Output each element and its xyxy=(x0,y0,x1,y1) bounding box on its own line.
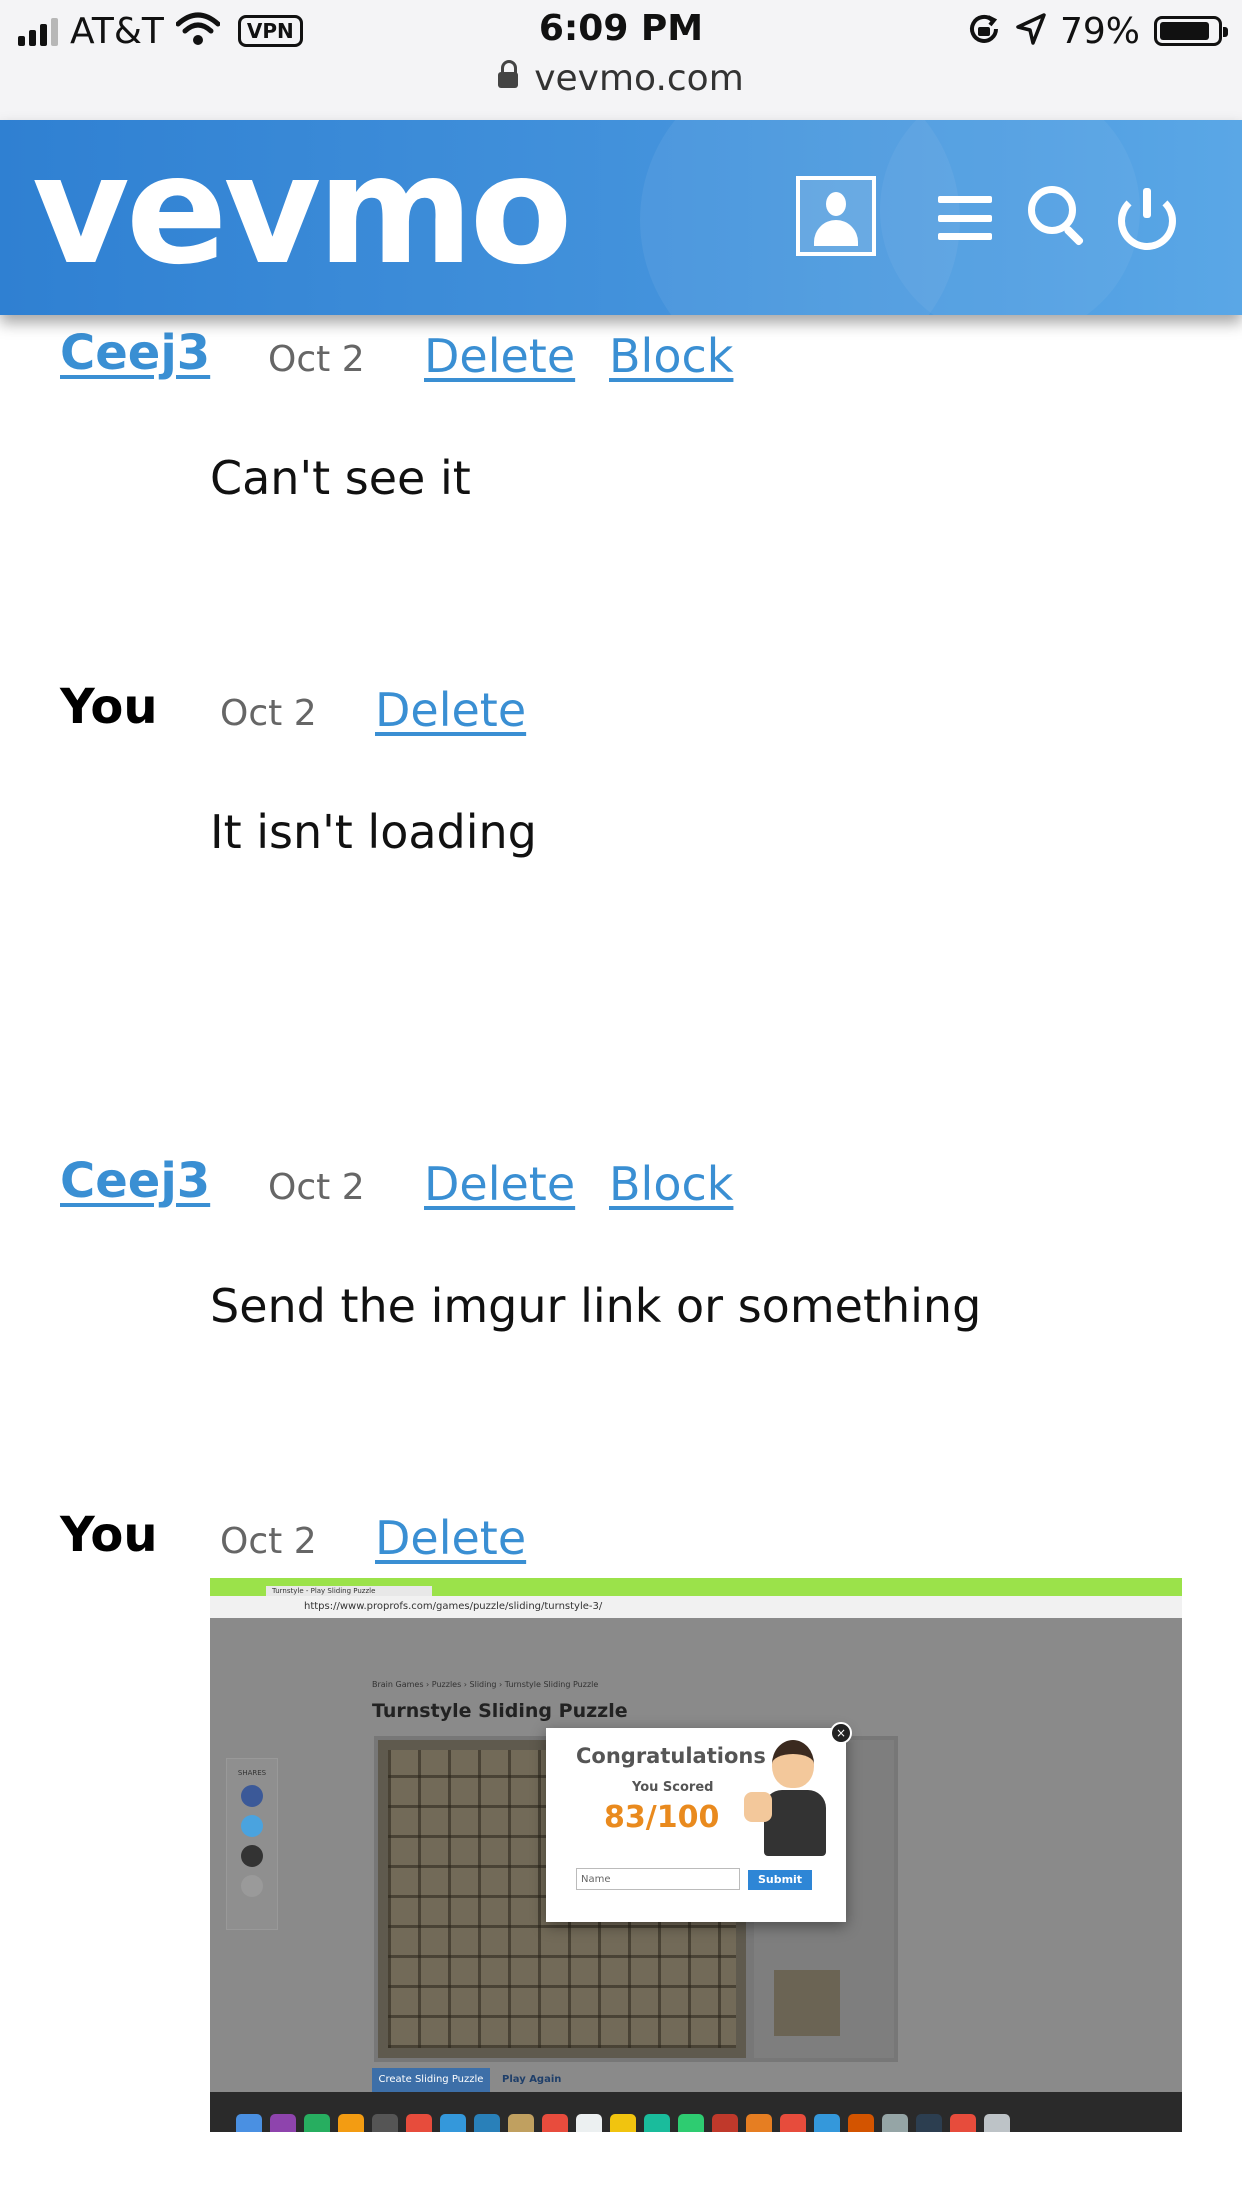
create-puzzle-button: Create Sliding Puzzle xyxy=(372,2068,490,2092)
battery-icon xyxy=(1154,16,1228,46)
browser-tab: Turnstyle - Play Sliding Puzzle xyxy=(266,1586,432,1596)
facebook-icon xyxy=(241,1785,263,1807)
close-icon: × xyxy=(830,1722,852,1744)
message-date: Oct 2 xyxy=(220,1521,317,1562)
popup-title: Congratulations xyxy=(576,1744,766,1768)
message-text: Can't see it xyxy=(210,451,471,505)
score-popup: × Congratulations You Scored 83/100 Name… xyxy=(546,1722,852,1922)
message-date: Oct 2 xyxy=(220,693,317,734)
mac-dock xyxy=(210,2092,1182,2132)
name-field: Name xyxy=(576,1868,740,1890)
address-text: vevmo.com xyxy=(534,58,744,99)
submit-button: Submit xyxy=(748,1870,812,1890)
menu-icon[interactable] xyxy=(938,196,992,240)
browser-address-bar: https://www.proprofs.com/games/puzzle/sl… xyxy=(210,1596,1182,1619)
twitter-icon xyxy=(241,1815,263,1837)
message-text: It isn't loading xyxy=(210,805,537,859)
embed-icon xyxy=(241,1845,263,1867)
puzzle-thumbnail xyxy=(774,1970,840,2036)
message-date: Oct 2 xyxy=(268,339,365,380)
author-link[interactable]: Ceej3 xyxy=(60,325,210,381)
profile-icon[interactable] xyxy=(796,176,876,256)
rotation-lock-icon xyxy=(966,11,1002,51)
delete-link[interactable]: Delete xyxy=(424,1157,575,1211)
page-title: Turnstyle Sliding Puzzle xyxy=(372,1700,628,1722)
share-sidebar: SHARES xyxy=(226,1758,278,1930)
author-label: You xyxy=(60,679,158,735)
status-bar: AT&T VPN 6:09 PM 79% vevmo.com xyxy=(0,0,1242,120)
delete-link[interactable]: Delete xyxy=(375,1511,526,1565)
shares-label: SHARES xyxy=(237,1769,267,1777)
more-icon xyxy=(241,1875,263,1897)
battery-percent: 79% xyxy=(1059,10,1140,52)
block-link[interactable]: Block xyxy=(609,1157,733,1211)
webpage-area: Brain Games › Puzzles › Sliding › Turnst… xyxy=(210,1618,1182,2092)
status-right: 79% xyxy=(966,8,1228,54)
site-logo[interactable]: vevmo xyxy=(32,126,573,296)
location-arrow-icon xyxy=(1016,13,1046,49)
power-icon[interactable] xyxy=(1118,188,1176,250)
search-icon[interactable] xyxy=(1028,186,1088,247)
page-breadcrumb: Brain Games › Puzzles › Sliding › Turnst… xyxy=(372,1680,599,1689)
site-header: vevmo xyxy=(0,120,1242,315)
message-text: Send the imgur link or something xyxy=(210,1279,982,1333)
author-link[interactable]: Ceej3 xyxy=(60,1153,210,1209)
thumbs-up-mascot-icon xyxy=(742,1740,832,1860)
author-label: You xyxy=(60,1507,158,1563)
popup-scored-label: You Scored xyxy=(632,1780,714,1795)
message-date: Oct 2 xyxy=(268,1167,365,1208)
popup-score: 83/100 xyxy=(604,1800,720,1835)
attachment-image[interactable]: Turnstyle - Play Sliding Puzzle https://… xyxy=(210,1578,1182,2132)
block-link[interactable]: Block xyxy=(609,329,733,383)
lock-icon xyxy=(498,60,519,88)
address-bar[interactable]: vevmo.com xyxy=(0,58,1242,99)
delete-link[interactable]: Delete xyxy=(375,683,526,737)
delete-link[interactable]: Delete xyxy=(424,329,575,383)
play-again-link: Play Again xyxy=(502,2074,562,2085)
browser-url: https://www.proprofs.com/games/puzzle/sl… xyxy=(304,1601,603,1612)
